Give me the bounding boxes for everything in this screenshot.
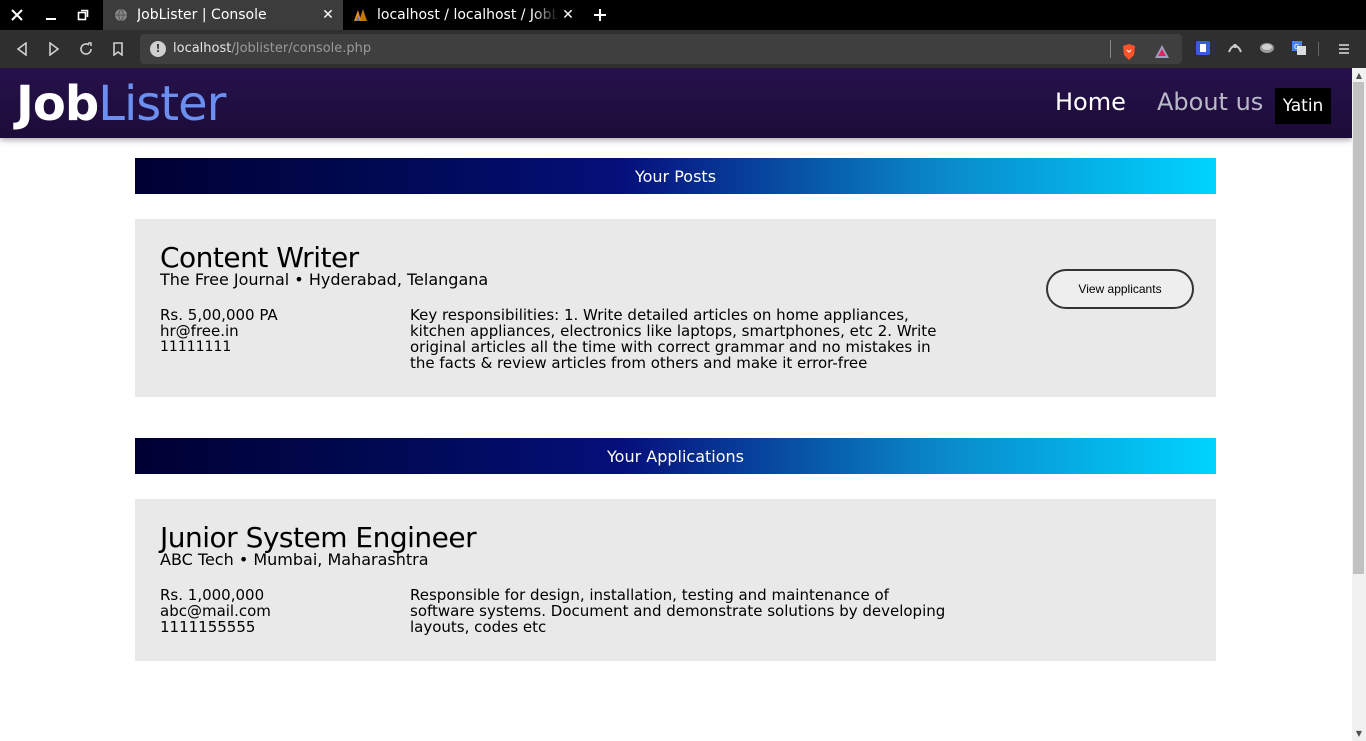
close-window-icon[interactable] bbox=[0, 0, 33, 30]
globe-icon bbox=[113, 7, 129, 23]
back-icon[interactable] bbox=[6, 30, 38, 68]
translate-icon[interactable]: G bbox=[1290, 39, 1308, 57]
browser-toolbar: ! localhost/Joblister/console.php G bbox=[0, 30, 1366, 68]
job-salary: Rs. 1,000,000 bbox=[160, 586, 265, 604]
minimize-icon[interactable] bbox=[34, 0, 67, 30]
user-menu-button[interactable]: Yatin bbox=[1275, 88, 1331, 124]
job-email: abc@mail.com bbox=[160, 602, 271, 620]
menu-icon[interactable] bbox=[1334, 30, 1354, 68]
brave-shields-icon[interactable] bbox=[1120, 43, 1138, 61]
scrollbar-thumb[interactable] bbox=[1353, 82, 1364, 574]
nav-about-link[interactable]: About us bbox=[1157, 88, 1263, 116]
phpmyadmin-icon bbox=[353, 7, 369, 23]
new-tab-icon[interactable] bbox=[588, 0, 612, 30]
job-phone: 1111155555 bbox=[160, 618, 256, 636]
forward-icon[interactable] bbox=[38, 30, 70, 68]
tab-close-icon[interactable]: ✕ bbox=[559, 7, 577, 23]
job-description: Responsible for design, installation, te… bbox=[410, 586, 946, 636]
job-post-card: Content Writer The Free Journal • Hydera… bbox=[135, 219, 1216, 397]
site-logo[interactable]: JobLister bbox=[16, 75, 226, 133]
section-header-posts: Your Posts bbox=[135, 158, 1216, 194]
url-text: localhost/Joblister/console.php bbox=[173, 41, 372, 56]
url-separator bbox=[1110, 40, 1111, 58]
toolbar-separator bbox=[1318, 42, 1319, 56]
maximize-icon[interactable] bbox=[66, 0, 99, 30]
brave-rewards-icon[interactable] bbox=[1153, 43, 1171, 61]
job-application-card: Junior System Engineer ABC Tech • Mumbai… bbox=[135, 499, 1216, 661]
section-header-applications: Your Applications bbox=[135, 438, 1216, 474]
extension-icon[interactable] bbox=[1226, 39, 1244, 57]
tab-phpmyadmin[interactable]: localhost / localhost / JobLister ✕ bbox=[343, 0, 583, 30]
job-description: Key responsibilities: 1. Write detailed … bbox=[410, 306, 937, 372]
view-applicants-button[interactable]: View applicants bbox=[1046, 269, 1194, 309]
scroll-up-icon[interactable]: ▲ bbox=[1353, 70, 1365, 82]
page-viewport: JobLister Home About us Yatin Your Posts… bbox=[0, 68, 1352, 741]
extension-icon[interactable] bbox=[1258, 39, 1276, 57]
tab-close-icon[interactable]: ✕ bbox=[319, 7, 337, 23]
job-phone: 11111111 bbox=[160, 339, 232, 355]
job-company-location: The Free Journal • Hyderabad, Telangana bbox=[160, 270, 489, 289]
info-icon[interactable]: ! bbox=[150, 41, 166, 57]
job-salary: Rs. 5,00,000 PA bbox=[160, 306, 278, 324]
scroll-down-icon[interactable]: ▼ bbox=[1353, 728, 1365, 740]
nav-home-link[interactable]: Home bbox=[1055, 88, 1126, 116]
bookmark-icon[interactable] bbox=[102, 30, 134, 68]
svg-text:G: G bbox=[1294, 43, 1299, 51]
reload-icon[interactable] bbox=[70, 30, 102, 68]
browser-tab-strip: JobLister | Console ✕ localhost / localh… bbox=[0, 0, 1366, 30]
job-email: hr@free.in bbox=[160, 322, 239, 340]
job-meta: Rs. 1,000,000 abc@mail.com 1111155555 bbox=[160, 587, 271, 635]
tab-title: localhost / localhost / JobLister bbox=[377, 7, 559, 23]
job-company-location: ABC Tech • Mumbai, Maharashtra bbox=[160, 550, 429, 569]
extension-icon[interactable] bbox=[1194, 39, 1212, 57]
address-bar[interactable]: ! localhost/Joblister/console.php bbox=[140, 34, 1182, 64]
job-meta: Rs. 5,00,000 PA hr@free.in 11111111 bbox=[160, 307, 278, 355]
tab-joblister-console[interactable]: JobLister | Console ✕ bbox=[103, 0, 343, 30]
tab-title: JobLister | Console bbox=[137, 7, 267, 23]
site-navbar: JobLister Home About us Yatin bbox=[0, 68, 1352, 138]
